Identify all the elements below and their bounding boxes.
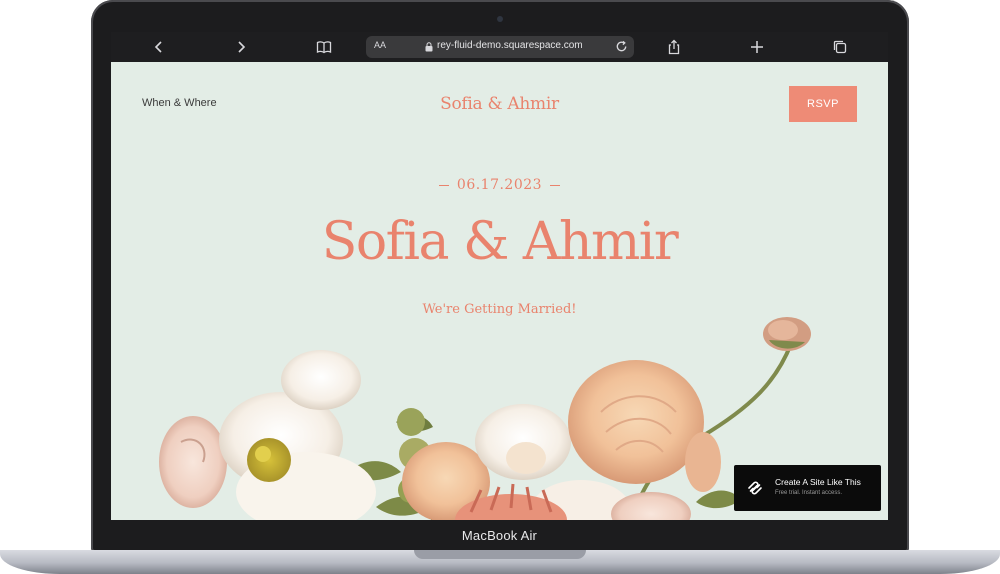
create-site-promo[interactable]: Create A Site Like This Free trial. Inst… (734, 465, 881, 511)
laptop-chin: MacBook Air (111, 520, 888, 550)
laptop-notch (414, 550, 586, 559)
device-label: MacBook Air (461, 528, 538, 543)
book-icon[interactable] (314, 37, 334, 57)
browser-toolbar: AA rey-fluid-demo.squarespace.com (111, 32, 888, 62)
date-text: 06.17.2023 (456, 177, 543, 193)
promo-subtitle: Free trial. Instant access. (775, 490, 843, 496)
camera (497, 16, 503, 22)
url-text: rey-fluid-demo.squarespace.com (437, 40, 583, 51)
screen: AA rey-fluid-demo.squarespace.com When &… (111, 32, 888, 520)
chevron-right-icon[interactable] (231, 37, 251, 57)
plus-icon[interactable] (747, 37, 767, 57)
lock-icon (425, 42, 433, 52)
site-brand[interactable]: Sofia & Ahmir (111, 94, 888, 114)
reload-icon[interactable] (614, 39, 629, 54)
text-size-button[interactable]: AA (374, 40, 386, 50)
squarespace-logo-icon (748, 481, 762, 495)
chevron-left-icon[interactable] (149, 37, 169, 57)
share-icon[interactable] (664, 37, 684, 57)
rsvp-button[interactable]: RSVP (789, 86, 857, 122)
tabs-icon[interactable] (830, 37, 850, 57)
address-bar[interactable]: AA rey-fluid-demo.squarespace.com (366, 36, 634, 58)
website-page: When & Where Sofia & Ahmir RSVP 06.17.20… (111, 62, 888, 520)
promo-title: Create A Site Like This (775, 477, 861, 487)
wedding-date: 06.17.2023 (111, 177, 888, 193)
